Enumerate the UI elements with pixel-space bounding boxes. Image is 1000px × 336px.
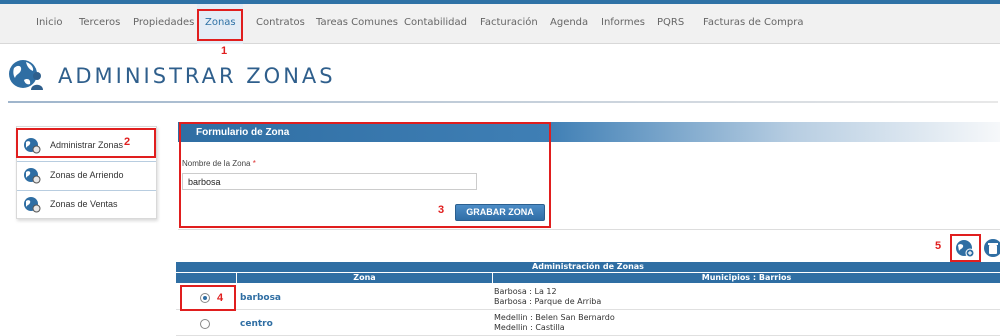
table-row[interactable]: centro Medellin : Belen San Bernardo Med…	[176, 311, 1000, 336]
step-marker-2: 2	[124, 136, 131, 148]
row-radio-centro[interactable]	[200, 319, 210, 329]
globe-dollar-icon	[24, 197, 41, 213]
highlight-box-5	[950, 234, 981, 262]
nav-item-facturacion[interactable]: Facturación	[480, 17, 538, 28]
column-header-municipios: Municipios : Barrios	[492, 273, 1000, 283]
municipio-barrio: Medellin : Belen San Bernardo	[494, 313, 615, 322]
nav-item-informes[interactable]: Informes	[601, 17, 645, 28]
highlight-box-4	[180, 285, 236, 311]
sidebar-item-zonas-de-ventas[interactable]: Zonas de Ventas	[17, 189, 156, 219]
sidebar-item-label: Zonas de Arriendo	[50, 170, 124, 180]
nav-item-propiedades[interactable]: Propiedades	[133, 17, 194, 28]
delete-zone-icon[interactable]	[983, 238, 1000, 258]
step-marker-1: 1	[221, 45, 228, 57]
nav-item-inicio[interactable]: Inicio	[36, 17, 62, 28]
step-marker-3: 3	[438, 204, 445, 216]
zona-name: centro	[240, 319, 273, 329]
nav-item-pqrs[interactable]: PQRS	[657, 17, 684, 28]
column-header-zona: Zona	[236, 273, 492, 283]
table-row[interactable]: barbosa Barbosa : La 12 Barbosa : Parque…	[176, 285, 1000, 310]
table-header-row: Zona Municipios : Barrios	[176, 273, 1000, 283]
sidebar-item-label: Zonas de Ventas	[50, 199, 118, 209]
nav-item-tareas-comunes[interactable]: Tareas Comunes	[316, 17, 398, 28]
nav-item-contabilidad[interactable]: Contabilidad	[404, 17, 467, 28]
highlight-box-2	[16, 128, 156, 158]
highlight-box-1	[197, 9, 243, 41]
globe-arrow-icon	[24, 168, 41, 184]
highlight-box-3	[179, 122, 551, 228]
title-divider	[8, 101, 998, 103]
sidebar-item-zonas-de-arriendo[interactable]: Zonas de Arriendo	[17, 160, 156, 190]
nav-item-agenda[interactable]: Agenda	[550, 17, 588, 28]
table-title: Administración de Zonas	[176, 262, 1000, 272]
page-title: ADMINISTRAR ZONAS	[58, 64, 336, 88]
nav-item-facturas-de-compra[interactable]: Facturas de Compra	[703, 17, 803, 28]
globe-people-icon	[9, 60, 43, 90]
nav-item-terceros[interactable]: Terceros	[79, 17, 120, 28]
municipio-barrio: Barbosa : La 12	[494, 287, 557, 296]
nav-item-contratos[interactable]: Contratos	[256, 17, 305, 28]
step-marker-4: 4	[217, 292, 224, 304]
zones-table: Administración de Zonas Zona Municipios …	[176, 262, 1000, 336]
municipio-barrio: Medellin : Castilla	[494, 323, 565, 332]
municipio-barrio: Barbosa : Parque de Arriba	[494, 297, 602, 306]
zona-name: barbosa	[240, 293, 282, 303]
step-marker-5: 5	[935, 240, 942, 252]
